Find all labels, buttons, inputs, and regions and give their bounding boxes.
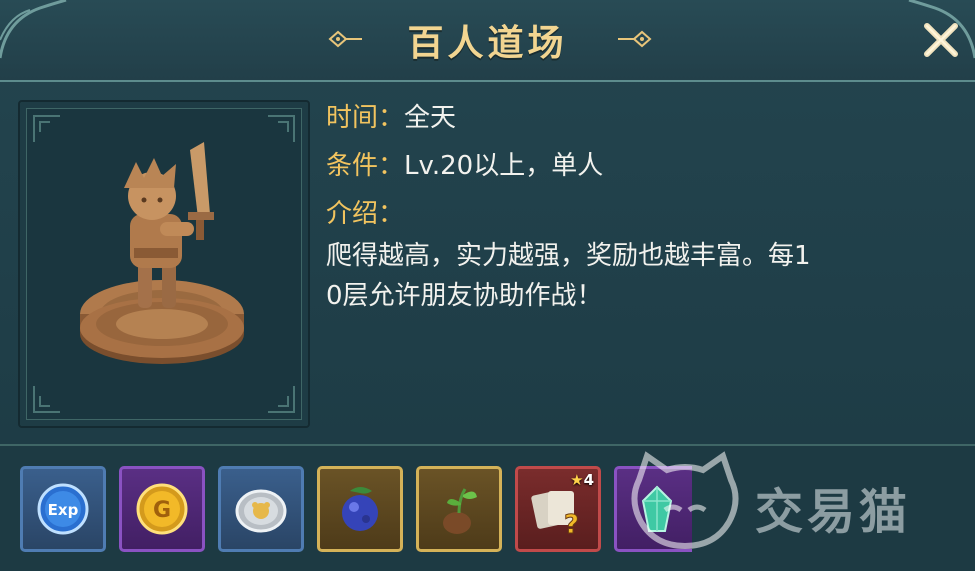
reward-slot-silver-coin[interactable] — [218, 466, 304, 552]
silver-coin-icon — [235, 489, 287, 533]
dungeon-info: 时间：全天 条件：Lv.20以上，单人 介绍： 爬得越高，实力越强，奖励也越丰富… — [326, 98, 966, 316]
intro-text: 爬得越高，实力越强，奖励也越丰富。每1 0层允许朋友协助作战！ — [326, 236, 966, 316]
condition-row: 条件：Lv.20以上，单人 — [326, 146, 966, 194]
title-bar: 百人道场 — [0, 0, 975, 82]
intro-line-2: 0层允许朋友协助作战！ — [326, 281, 603, 311]
watermark-text: 交易猫 — [755, 484, 912, 540]
reward-slot-gold[interactable]: G — [119, 466, 205, 552]
exp-icon: Exp — [37, 483, 89, 535]
time-row: 时间：全天 — [326, 98, 966, 146]
gold-icon-text: G — [153, 498, 171, 523]
star-count: 4 — [583, 471, 594, 489]
gold-coin-icon: G — [136, 483, 188, 535]
close-icon[interactable] — [921, 20, 961, 60]
portrait-frame — [18, 100, 310, 428]
intro-row: 介绍： — [326, 194, 966, 242]
reward-slot-exp[interactable]: Exp — [20, 466, 106, 552]
watermark: 交易猫 — [625, 450, 965, 560]
page-title: 百人道场 — [407, 23, 568, 64]
exp-icon-text: Exp — [48, 501, 79, 519]
warrior-statue-image — [33, 115, 295, 413]
dungeon-info-panel: 百人道场 时间：全天 条件：Lv.20以上，单人 介绍： 爬得越高，实力越强，奖… — [0, 0, 975, 571]
star-badge: ★4 — [570, 471, 594, 489]
reward-slot-blue-berry[interactable] — [317, 466, 403, 552]
cat-logo-icon — [631, 451, 739, 550]
blue-berry-icon — [342, 487, 378, 531]
intro-label: 介绍： — [326, 199, 405, 229]
sprout-icon — [443, 488, 477, 534]
condition-label: 条件： — [326, 151, 405, 181]
svg-text:?: ? — [564, 510, 579, 540]
time-label: 时间： — [326, 103, 405, 133]
reward-slot-sprout[interactable] — [416, 466, 502, 552]
star-icon: ★ — [570, 471, 584, 489]
reward-slot-card-pack[interactable]: ? ★4 — [515, 466, 601, 552]
intro-line-1: 爬得越高，实力越强，奖励也越丰富。每1 — [326, 241, 811, 271]
time-value: 全天 — [404, 103, 457, 133]
title-ornament-right — [618, 30, 652, 48]
condition-value: Lv.20以上，单人 — [404, 151, 604, 181]
